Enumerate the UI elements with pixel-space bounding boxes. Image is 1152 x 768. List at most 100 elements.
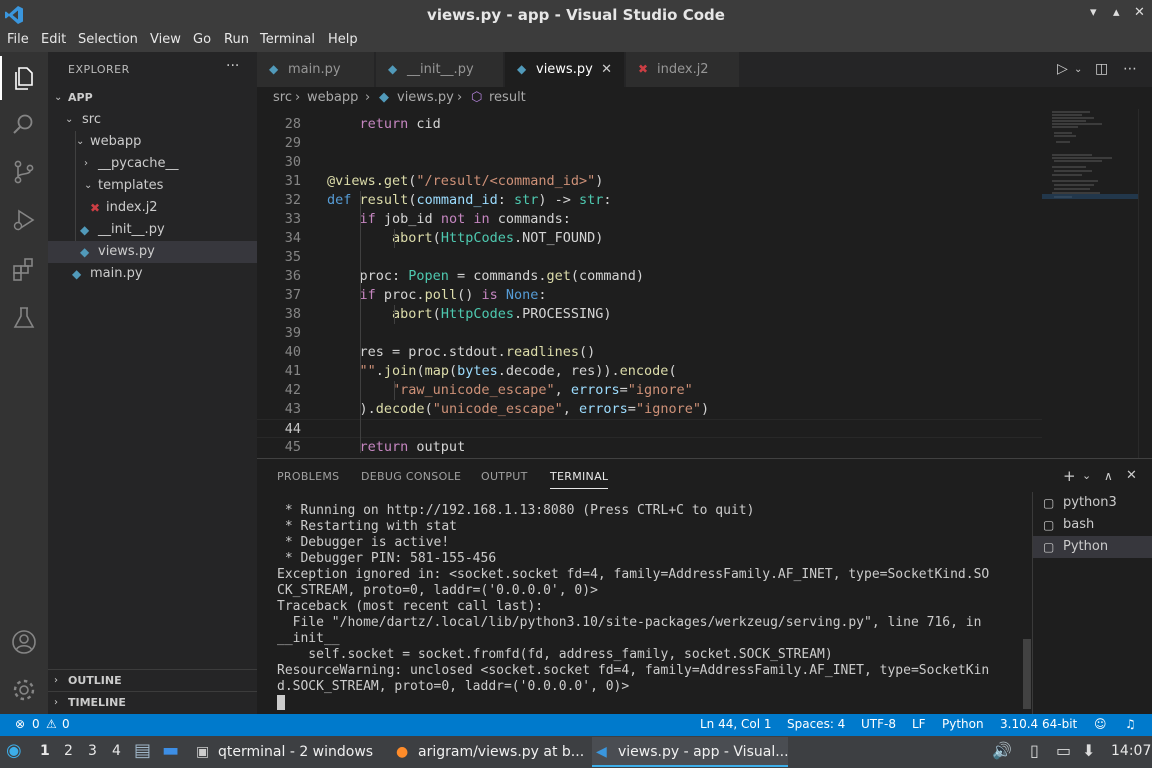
chevron-down-icon[interactable]: ⌄ [1074,64,1082,75]
search-icon[interactable] [10,110,38,138]
network-icon[interactable]: ▭ [1056,741,1071,760]
cursor-position[interactable]: Ln 44, Col 1 [700,717,772,731]
terminal-item-python[interactable]: ▢ Python [1033,536,1152,558]
minimize-button[interactable]: ▾ [1090,5,1097,20]
warning-count[interactable]: 0 [62,717,70,731]
code-line[interactable]: 30 [257,153,1042,172]
tree-item-index-j2[interactable]: ✖ index.j2 [48,197,257,219]
extensions-icon[interactable] [10,256,38,284]
tree-item-views-py[interactable]: ◆ views.py [48,241,257,263]
code-line[interactable]: 29 [257,134,1042,153]
tree-item-pycache[interactable]: › __pycache__ [48,153,257,175]
close-panel-icon[interactable]: ✕ [1126,468,1137,483]
terminal-prompt-line[interactable] [277,695,1017,711]
menu-selection[interactable]: Selection [78,32,138,47]
terminal-item-python3[interactable]: ▢ python3 [1033,492,1152,514]
menu-run[interactable]: Run [224,32,249,47]
code-line[interactable]: 31 @views.get("/result/<command_id>") [257,172,1042,191]
volume-icon[interactable]: 🔊 [992,741,1012,760]
account-icon[interactable] [10,628,38,656]
code-line[interactable]: 39 [257,324,1042,343]
code-line[interactable]: 45 return output [257,438,1042,457]
warning-icon[interactable]: ⚠ [46,717,57,731]
code-editor[interactable]: 28 return cid 29 30 31 @views.get("/result/<… [257,109,1152,458]
python-interpreter[interactable]: 3.10.4 64-bit [1000,717,1077,731]
close-tab-icon[interactable]: ✕ [601,52,612,87]
code-line[interactable]: 38 abort(HttpCodes.PROCESSING) [257,305,1042,324]
source-control-icon[interactable] [10,158,38,186]
settings-gear-icon[interactable] [10,676,38,704]
editor-scrollbar[interactable] [1138,109,1152,458]
app-launcher-icon[interactable]: ◉ [6,740,22,761]
breadcrumb-webapp[interactable]: webapp [307,90,358,105]
code-line[interactable]: 28 return cid [257,115,1042,134]
tab-views-py[interactable]: ◆ views.py ✕ [505,52,625,87]
menu-terminal[interactable]: Terminal [260,32,315,47]
breadcrumb-src[interactable]: src [273,90,292,105]
minimap[interactable] [1042,109,1138,458]
language-mode[interactable]: Python [942,717,984,731]
error-icon[interactable]: ⊗ [15,717,25,731]
desktop-4[interactable]: 4 [112,743,121,759]
tab-debug-console[interactable]: DEBUG CONSOLE [361,470,461,483]
feedback-icon[interactable]: ☺ [1094,717,1107,731]
code-line[interactable]: 32 def result(command_id: str) -> str: [257,191,1042,210]
files-manager-icon[interactable]: ▤ [134,740,151,761]
outline-section[interactable]: › OUTLINE [48,669,257,691]
indentation[interactable]: Spaces: 4 [787,717,845,731]
menu-file[interactable]: File [7,32,29,47]
code-line[interactable]: 35 [257,248,1042,267]
code-line[interactable]: 44 [257,419,1042,438]
code-line[interactable]: 43 ).decode("unicode_escape", errors="ig… [257,400,1042,419]
terminal-output[interactable]: * Running on http://192.168.1.13:8080 (P… [277,503,1017,711]
clipboard-icon[interactable]: ▯ [1030,741,1039,760]
code-line[interactable]: 36 proc: Popen = commands.get(command) [257,267,1042,286]
desktop-1[interactable]: 1 [40,743,50,759]
tree-root-app[interactable]: ⌄ APP [48,87,257,109]
tree-item-src[interactable]: ⌄ src [48,109,257,131]
code-line[interactable]: 40 res = proc.stdout.readlines() [257,343,1042,362]
end-of-line[interactable]: LF [912,717,926,731]
show-desktop-icon[interactable]: ▬ [162,740,179,761]
encoding[interactable]: UTF-8 [861,717,896,731]
run-debug-icon[interactable] [10,206,38,234]
clock[interactable]: 14:07 [1111,743,1151,759]
updates-icon[interactable]: ⬇ [1082,741,1095,760]
files-icon[interactable] [10,64,38,92]
menu-go[interactable]: Go [193,32,211,47]
tab-init-py[interactable]: ◆ __init__.py [376,52,504,87]
breadcrumb-result[interactable]: result [489,90,526,105]
tab-output[interactable]: OUTPUT [481,470,528,483]
menu-edit[interactable]: Edit [41,32,66,47]
terminal-scrollbar[interactable] [1023,639,1031,709]
notifications-bell-icon[interactable]: ♫ [1125,717,1136,731]
tab-index-j2[interactable]: ✖ index.j2 [626,52,740,87]
maximize-button[interactable]: ▴ [1113,5,1120,20]
explorer-more-actions[interactable]: ··· [226,58,239,74]
split-editor-icon[interactable]: ◫ [1095,61,1108,77]
tree-item-templates[interactable]: ⌄ templates [48,175,257,197]
desktop-3[interactable]: 3 [88,743,97,759]
tab-main-py[interactable]: ◆ main.py [257,52,375,87]
desktop-2[interactable]: 2 [64,743,73,759]
tab-terminal[interactable]: TERMINAL [550,470,609,489]
tree-item-webapp[interactable]: ⌄ webapp [48,131,257,153]
taskbar-window-vscode[interactable]: ◀ views.py - app - Visual... [592,737,788,767]
timeline-section[interactable]: › TIMELINE [48,691,257,713]
tree-item-init-py[interactable]: ◆ __init__.py [48,219,257,241]
code-line[interactable]: 37 if proc.poll() is None: [257,286,1042,305]
tab-problems[interactable]: PROBLEMS [277,470,339,483]
menu-view[interactable]: View [150,32,181,47]
testing-icon[interactable] [10,304,38,332]
code-line[interactable]: 33 if job_id not in commands: [257,210,1042,229]
error-count[interactable]: 0 [32,717,40,731]
terminal-item-bash[interactable]: ▢ bash [1033,514,1152,536]
run-file-icon[interactable]: ▷ [1057,61,1068,77]
taskbar-window-firefox[interactable]: ● arigram/views.py at b... [392,737,588,767]
tree-item-main-py[interactable]: ◆ main.py [48,263,257,285]
chevron-down-icon[interactable]: ⌄ [1082,469,1091,482]
taskbar-window-qterminal[interactable]: ▣ qterminal - 2 windows [192,737,388,767]
new-terminal-icon[interactable]: + [1063,467,1076,485]
breadcrumb-views-py[interactable]: views.py [397,90,454,105]
close-window-button[interactable]: ✕ [1134,5,1145,20]
